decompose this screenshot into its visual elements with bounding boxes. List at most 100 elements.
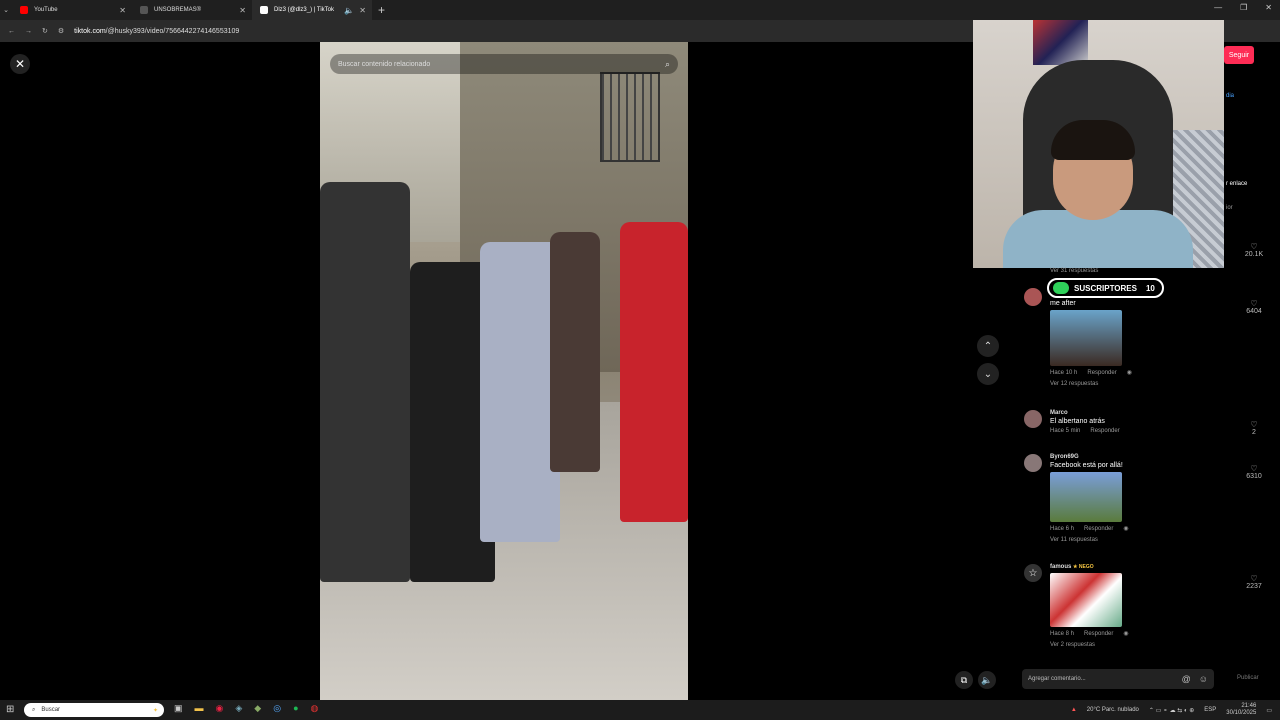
publish-button[interactable]: Publicar [1237,675,1259,681]
previous-video-button[interactable]: ⌃ [977,335,999,357]
spotify-icon[interactable]: ● [293,703,298,714]
comment-image[interactable] [1050,573,1122,627]
tab-menu-icon[interactable]: ⌄ [0,6,12,14]
close-icon[interactable]: ✕ [119,6,126,15]
video-window [600,72,660,162]
subscribe-icon [1053,282,1069,294]
like-value: 6310 [1246,473,1262,480]
like-count[interactable]: ♡ 6404 [1242,299,1266,315]
close-icon[interactable]: 🔈 [344,6,354,15]
comment-text: Facebook está por allá! [1050,462,1123,469]
video-player[interactable] [320,42,688,700]
reload-icon[interactable]: ↻ [42,27,48,35]
comment-username[interactable]: Marco [1050,410,1130,416]
notification-icon[interactable]: ▭ [1266,707,1272,714]
search-icon[interactable]: ⌕ [665,59,670,70]
comment-image[interactable] [1050,310,1122,366]
site-info-icon[interactable]: ⚙ [58,27,64,35]
windows-taskbar: ⊞ ⌕ Buscar ✦ ▣ ▬ ◉ ◈ ◆ ◎ ● ◍ ▲ 20°C Parc… [0,700,1280,720]
comment-text: me after [1050,300,1076,307]
clock-date: 30/10/2025 [1226,710,1257,716]
tab-youtube[interactable]: YouTube ✕ [12,0,132,20]
back-icon[interactable]: ← [8,28,15,35]
url-field[interactable]: tiktok.com/@husky393/video/7566442274146… [74,28,239,35]
tab-label: UNSOBREMAS® [154,7,202,13]
clock[interactable]: 21:46 30/10/2025 [1226,703,1256,717]
comment-time: Hace 6 h [1050,526,1075,532]
app-icon[interactable]: ◆ [254,703,261,714]
chevron-up-icon: ⌃ [983,340,993,352]
avatar[interactable] [1024,288,1042,306]
next-video-button[interactable]: ⌄ [977,363,999,385]
star-icon: ☆ [1028,567,1038,579]
avatar[interactable] [1024,410,1042,428]
comment-image[interactable] [1050,472,1122,522]
chevron-down-icon: ⌄ [983,368,993,380]
follow-button[interactable]: Seguir [1224,46,1254,64]
comment-item: famous ★ NEGO Hace 8 h Responder ◉ Ver 2 r… [1050,564,1139,648]
taskbar-search[interactable]: ⌕ Buscar ✦ [24,703,164,717]
comment-username[interactable]: famous ★ NEGO [1050,564,1139,570]
subscribers-count: 10 [1145,283,1155,293]
like-count[interactable]: ♡ 6310 [1242,464,1266,480]
reply-link[interactable]: Responder [1084,526,1113,532]
side-link[interactable]: dia [1226,93,1234,99]
mention-icon[interactable]: @ [1182,674,1191,684]
weather-text[interactable]: 20°C Parc. nublado [1087,707,1139,713]
reply-link[interactable]: Responder [1087,370,1116,376]
new-tab-button[interactable]: + [378,3,385,17]
browser-icon[interactable]: ◎ [273,703,281,714]
view-replies-link[interactable]: Ver 2 respuestas [1050,642,1139,648]
search-placeholder: Buscar contenido relacionado [338,60,431,68]
capture-icon[interactable]: ◍ [311,703,319,714]
tiktok-icon [140,6,148,14]
mute-button[interactable]: 🔈 [978,671,996,689]
browser-tab-strip: ⌄ YouTube ✕ UNSOBREMAS® ✕ Dlz3 (@dlz3_) … [0,0,1280,20]
related-search-input[interactable]: Buscar contenido relacionado ⌕ [330,54,678,74]
reply-link[interactable]: Responder [1090,428,1119,434]
windows-start-icon[interactable]: ⊞ [6,704,14,715]
minimize-icon[interactable]: — [1214,3,1222,12]
reply-link[interactable]: Responder [1084,631,1113,637]
language-indicator[interactable]: ESP [1204,707,1216,713]
forward-icon[interactable]: → [25,28,32,35]
close-window-icon[interactable]: ✕ [1265,3,1272,12]
author-avatar-icon: ◉ [1123,526,1129,532]
comment-username[interactable]: Byron69G [1050,454,1139,460]
comment-input[interactable]: Agregar comentario... @ ☺ [1022,669,1214,689]
tab-label: Dlz3 (@dlz3_) | TikTok [274,7,334,13]
view-replies-link[interactable]: Ver 12 respuestas [1050,381,1142,387]
tray-icons[interactable]: ⌃ ▭ ⚬ ☁ ⇆ ◐ ⊕ [1149,707,1194,714]
like-count[interactable]: ♡ 2237 [1242,574,1266,590]
pip-button[interactable]: ⧉ [955,671,973,689]
view-replies-link[interactable]: Ver 11 respuestas [1050,537,1139,543]
author-avatar-icon: ◉ [1123,631,1129,637]
sparkle-icon: ✦ [152,707,158,714]
like-count[interactable]: ♡ 2 [1242,420,1266,436]
tab-unsobremas[interactable]: UNSOBREMAS® ✕ [132,0,252,20]
like-value: 20.1K [1244,251,1264,258]
file-explorer-icon[interactable]: ▬ [195,703,204,714]
like-value: 6404 [1246,308,1262,315]
close-icon[interactable]: ✕ [359,6,366,15]
video-person [480,242,560,542]
steam-icon[interactable]: ◈ [235,703,242,714]
emoji-icon[interactable]: ☺ [1199,674,1208,684]
close-video-button[interactable]: ✕ [10,54,30,74]
subscribers-badge: SUSCRIPTORES 10 [1047,278,1164,298]
video-person [550,232,600,472]
close-icon[interactable]: ✕ [239,6,246,15]
side-link[interactable]: r enlace [1226,181,1247,187]
search-icon: ⌕ [32,706,36,713]
tab-tiktok[interactable]: Dlz3 (@dlz3_) | TikTok 🔈 ✕ [252,0,372,20]
view-replies-link[interactable]: Ver 31 respuestas [1050,268,1098,274]
maximize-icon[interactable]: ❐ [1240,3,1247,12]
url-path: /@husky393/video/7566442274146553109 [105,27,240,35]
pip-icon: ⧉ [960,674,968,685]
avatar[interactable]: ☆ [1024,564,1042,582]
task-view-icon[interactable]: ▣ [174,703,183,714]
avatar[interactable] [1024,454,1042,472]
chrome-icon[interactable]: ◉ [216,703,224,714]
video-person [620,222,688,522]
like-count[interactable]: ♡ 20.1K [1242,242,1266,258]
